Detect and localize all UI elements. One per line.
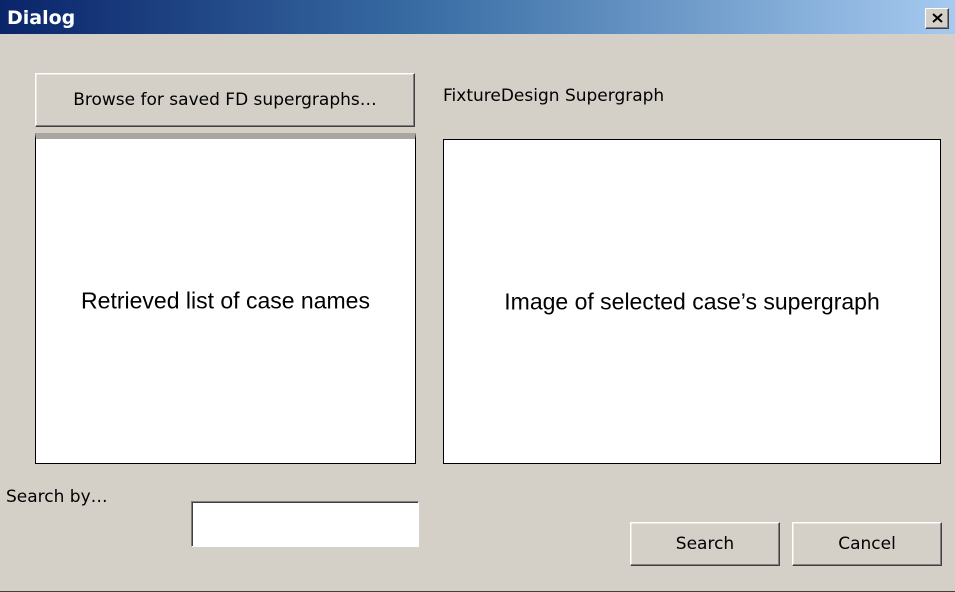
search-by-label: Search by… [6,487,108,507]
title-bar[interactable]: Dialog [0,0,955,34]
dialog-window: Dialog Browse for saved FD supergraphs… … [0,0,955,592]
case-list-placeholder: Retrieved list of case names [81,287,370,314]
search-button[interactable]: Search [630,522,780,566]
supergraph-label: FixtureDesign Supergraph [443,86,665,106]
window-title: Dialog [7,7,76,29]
cancel-button[interactable]: Cancel [792,522,942,566]
browse-button[interactable]: Browse for saved FD supergraphs… [35,73,415,127]
close-button[interactable] [925,8,949,29]
search-input[interactable] [191,501,419,547]
supergraph-image-panel: Image of selected case’s supergraph [443,139,941,464]
case-list[interactable]: Retrieved list of case names [35,133,416,464]
close-icon [932,13,943,23]
image-panel-placeholder: Image of selected case’s supergraph [504,288,880,314]
